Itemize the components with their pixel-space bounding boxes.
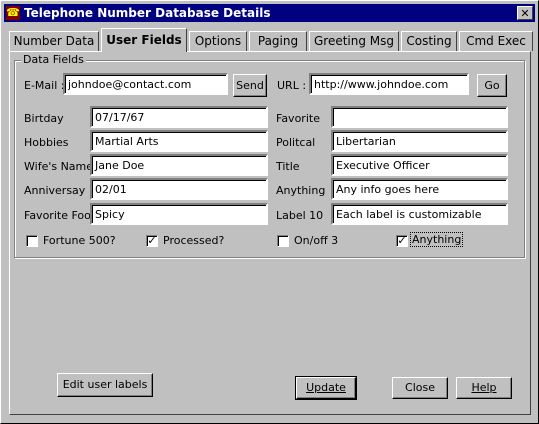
tab-costing[interactable]: Costing [401, 31, 457, 51]
wifes-name-field[interactable]: Jane Doe [90, 154, 268, 176]
tab-number-data[interactable]: Number Data [9, 31, 99, 51]
favorite-label: Favorite [276, 112, 320, 125]
political-label: Politcal [276, 136, 316, 149]
favorite-food-field[interactable]: Spicy [90, 203, 268, 225]
help-button[interactable]: Help [456, 377, 512, 399]
fortune-500-checkbox[interactable] [26, 235, 38, 247]
update-label: Update [306, 381, 346, 394]
help-label: Help [471, 381, 497, 394]
processed-checkbox[interactable]: ✓ [146, 235, 158, 247]
url-field[interactable]: http://www.johndoe.com [309, 73, 469, 95]
tab-options[interactable]: Options [189, 31, 247, 51]
anything-checkbox[interactable]: ✓ [396, 235, 408, 247]
hobbies-label: Hobbies [24, 136, 69, 149]
close-icon[interactable]: ✕ [517, 6, 533, 20]
anything-field[interactable]: Any info goes here [331, 178, 508, 200]
tab-greeting-msg[interactable]: Greeting Msg [309, 31, 399, 51]
go-button[interactable]: Go [477, 74, 507, 97]
hobbies-field[interactable]: Martial Arts [90, 130, 268, 152]
favorite-food-label: Favorite Food [24, 209, 98, 222]
send-button[interactable]: Send [233, 74, 267, 97]
wifes-name-label: Wife's Name [24, 160, 94, 173]
anniversary-field[interactable]: 02/01 [90, 178, 268, 200]
label-10-label: Label 10 [276, 209, 324, 222]
edit-user-labels-button[interactable]: Edit user labels [57, 373, 153, 397]
tab-cmd-exec[interactable]: Cmd Exec [459, 31, 533, 51]
title-field[interactable]: Executive Officer [331, 154, 508, 176]
title-label: Title [276, 160, 300, 173]
favorite-field[interactable] [331, 106, 508, 128]
processed-label: Processed? [163, 234, 225, 247]
anything-label: Anything [276, 184, 326, 197]
email-field[interactable]: johndoe@contact.com [63, 73, 228, 95]
email-label: E-Mail : [24, 79, 65, 92]
app-icon: ☎ [6, 6, 20, 20]
political-field[interactable]: Libertarian [331, 130, 508, 152]
close-button[interactable]: Close [392, 377, 448, 399]
title-bar[interactable]: ☎ Telephone Number Database Details ✕ [4, 4, 535, 22]
birthday-field[interactable]: 07/17/67 [90, 106, 268, 128]
url-label: URL : [277, 79, 307, 92]
tab-paging[interactable]: Paging [249, 31, 307, 51]
tab-user-fields[interactable]: User Fields [101, 28, 187, 52]
fortune-500-label: Fortune 500? [43, 234, 116, 247]
on-off-3-checkbox[interactable] [277, 235, 289, 247]
window-title: Telephone Number Database Details [24, 6, 271, 20]
on-off-3-label: On/off 3 [294, 234, 339, 247]
birthday-label: Birtday [24, 112, 64, 125]
update-button[interactable]: Update [295, 376, 357, 400]
label-10-field[interactable]: Each label is customizable [331, 203, 508, 225]
anything-checkbox-label: Anything [409, 232, 464, 247]
anniversary-label: Anniversay [24, 184, 86, 197]
group-label: Data Fields [21, 53, 86, 66]
